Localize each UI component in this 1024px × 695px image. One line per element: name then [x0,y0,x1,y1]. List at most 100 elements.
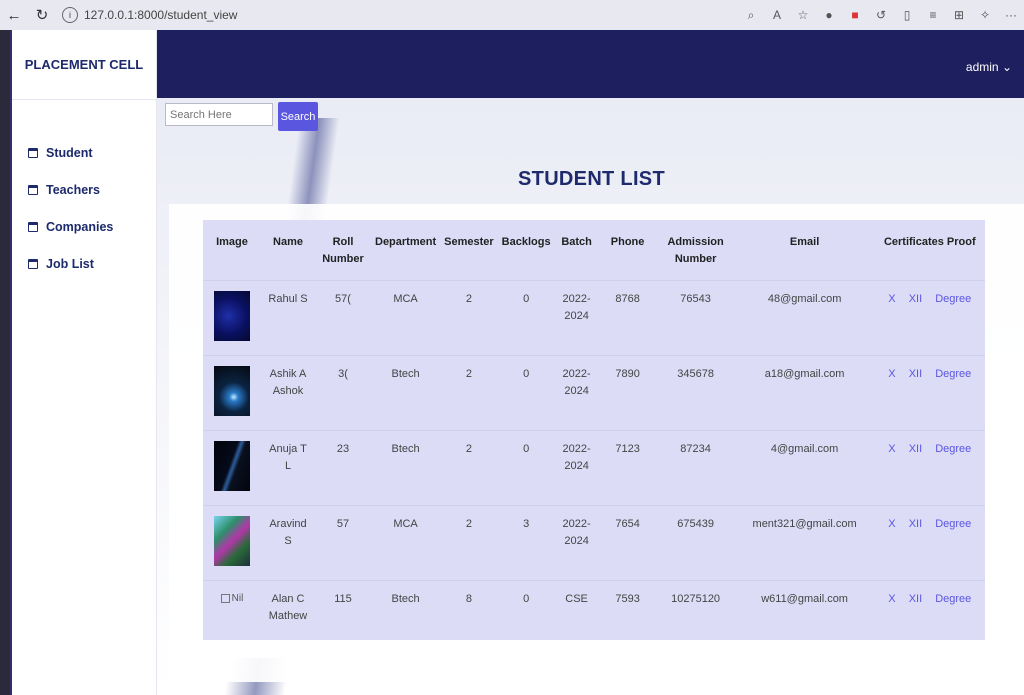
top-header: admin ⌄ [157,30,1024,98]
backlogs: 0 [497,429,555,505]
browser-toolbar: ← ↻ i 127.0.0.1:8000/student_view ⌕ A ☆ … [0,0,1024,30]
cert-x-link[interactable]: X [888,368,895,380]
email: ment321@gmail.com [734,504,875,580]
cert-xii-link[interactable]: XII [909,443,922,455]
email: w611@gmail.com [734,579,875,640]
calendar-icon [28,147,38,158]
student-name: Ashik A Ashok [261,354,315,430]
admission-number: 10275120 [656,579,735,640]
roll-number: 115 [315,579,371,640]
student-name: Aravind S [261,504,315,580]
phone: 7593 [598,579,657,640]
cert-x-link[interactable]: X [888,593,895,605]
favorite-star-icon[interactable]: ☆ [790,8,816,22]
refresh-icon[interactable]: ↻ [28,6,56,24]
student-image-cell [203,279,261,355]
semester: 2 [440,279,498,355]
main-content: Search STUDENT LIST Image Name Roll Numb… [157,98,1024,695]
site-info-icon[interactable]: i [62,7,78,23]
backlogs: 0 [497,279,555,355]
more-options-icon[interactable]: ··· [998,8,1024,22]
col-batch: Batch [561,236,592,248]
table-header-row: Image Name Roll Number Department Semest… [203,220,985,280]
student-image-cell [203,354,261,430]
collections-icon[interactable]: ⊞ [946,8,972,22]
cert-xii-link[interactable]: XII [909,593,922,605]
admission-number: 76543 [656,279,735,355]
phone: 7890 [598,354,657,430]
sidebar-item-teachers[interactable]: Teachers [12,171,156,208]
col-admission-number: Admission Number [667,236,724,266]
student-photo [214,515,250,566]
certificates-cell: X XII Degree [874,279,985,355]
col-image: Image [216,236,248,248]
sidebar-item-student[interactable]: Student [12,134,156,171]
refresh-ext-icon[interactable]: ↺ [868,8,894,22]
batch: 2022-2024 [554,279,599,355]
cert-x-link[interactable]: X [888,293,895,305]
certificates-cell: X XII Degree [874,429,985,505]
back-arrow-icon[interactable]: ← [0,7,28,24]
backlogs: 0 [497,354,555,430]
sidebar-item-label: Companies [46,219,114,234]
cert-degree-link[interactable]: Degree [935,593,971,605]
roll-number: 23 [315,429,371,505]
admin-dropdown[interactable]: admin ⌄ [966,60,1012,74]
sidebar-item-job-list[interactable]: Job List [12,245,156,282]
department: Btech [371,579,441,640]
roll-number: 3( [315,354,371,430]
col-backlogs: Backlogs [501,236,551,248]
col-department: Department [375,236,437,248]
read-aloud-icon[interactable]: A [764,8,790,22]
favorites-list-icon[interactable]: ≡ [920,8,946,22]
extension-red-icon[interactable]: ■ [842,8,868,22]
cert-degree-link[interactable]: Degree [935,368,971,380]
cert-x-link[interactable]: X [888,443,895,455]
semester: 2 [440,429,498,505]
split-screen-icon[interactable]: ▯ [894,8,920,22]
admission-number: 345678 [656,354,735,430]
search-page-icon[interactable]: ⌕ [738,8,764,23]
certificates-cell: X XII Degree [874,354,985,430]
student-panel: Image Name Roll Number Department Semest… [169,204,1024,682]
email: 4@gmail.com [734,429,875,505]
extensions-puzzle-icon[interactable]: ✧ [972,8,998,22]
phone: 8768 [598,279,657,355]
email: 48@gmail.com [734,279,875,355]
student-image-cell: Nil [203,579,261,640]
sidebar-item-companies[interactable]: Companies [12,208,156,245]
cert-degree-link[interactable]: Degree [935,293,971,305]
cert-xii-link[interactable]: XII [909,518,922,530]
broken-image: Nil [220,591,244,607]
address-bar[interactable]: 127.0.0.1:8000/student_view [84,8,237,22]
certificates-cell: X XII Degree [874,504,985,580]
cert-degree-link[interactable]: Degree [935,443,971,455]
cert-x-link[interactable]: X [888,518,895,530]
search-button[interactable]: Search [278,102,318,131]
roll-number: 57( [315,279,371,355]
roll-number: 57 [315,504,371,580]
calendar-icon [28,258,38,269]
sidebar-item-label: Teachers [46,182,100,197]
cert-xii-link[interactable]: XII [909,368,922,380]
brand-title: PLACEMENT CELL [12,30,156,100]
cert-degree-link[interactable]: Degree [935,518,971,530]
extension-icon[interactable]: ● [816,8,842,22]
search-input[interactable] [165,103,273,126]
cert-xii-link[interactable]: XII [909,293,922,305]
calendar-icon [28,221,38,232]
backlogs: 3 [497,504,555,580]
department: Btech [371,354,441,430]
certificates-cell: X XII Degree [874,579,985,640]
sidebar-item-label: Job List [46,256,94,271]
student-table: Image Name Roll Number Department Semest… [203,220,985,640]
image-alt-text: Nil [231,592,244,604]
col-certificates: Certificates Proof [883,236,976,248]
student-name: Anuja T L [261,429,315,505]
student-image-cell [203,504,261,580]
batch: 2022-2024 [554,429,599,505]
browser-tools: ⌕ A ☆ ● ■ ↺ ▯ ≡ ⊞ ✧ ··· [738,8,1024,23]
table-row: Rahul S 57( MCA 2 0 2022-2024 8768 76543… [203,279,985,355]
admission-number: 675439 [656,504,735,580]
table-row: Ashik A Ashok 3( Btech 2 0 2022-2024 789… [203,354,985,430]
